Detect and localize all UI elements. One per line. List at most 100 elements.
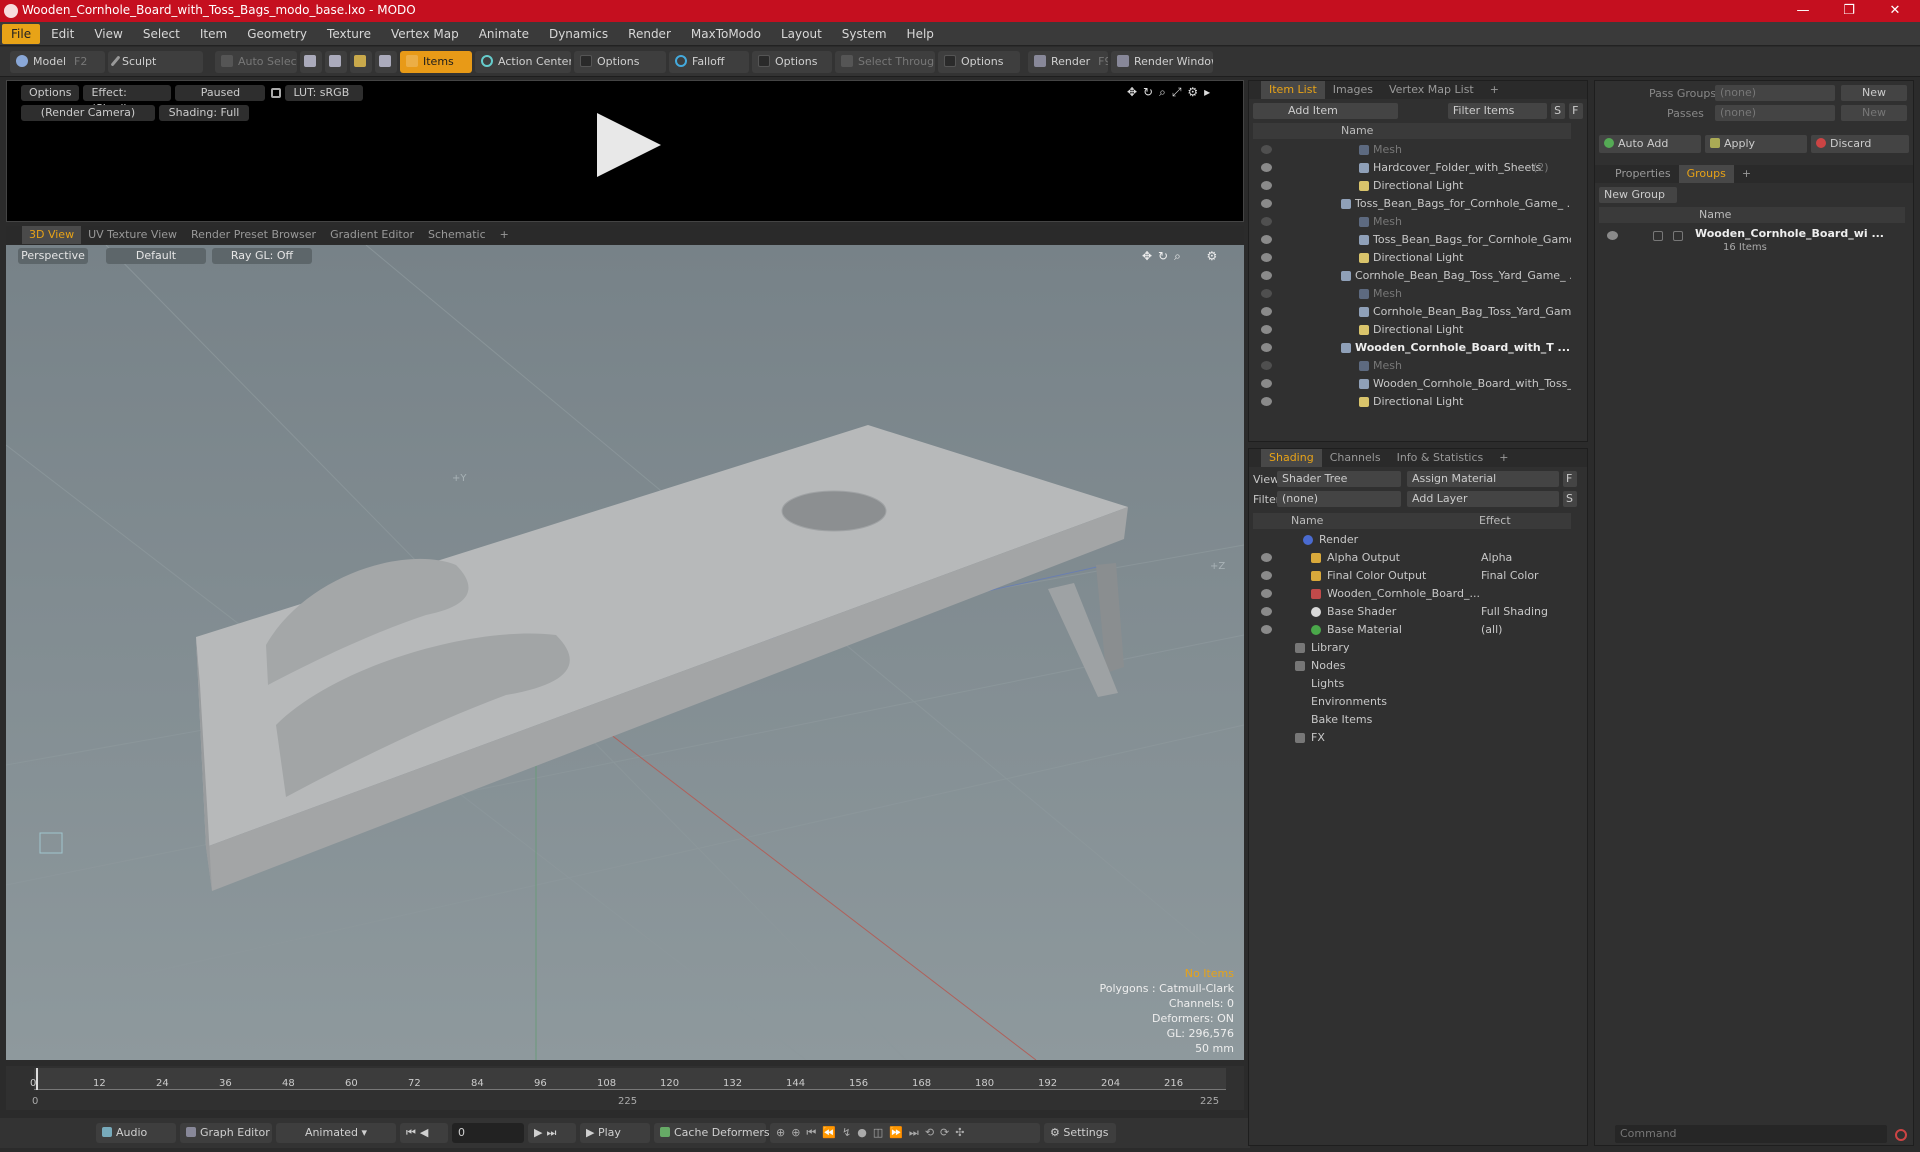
timeline[interactable]: 0 12 24 36 48 60 72 84 96 108 120 132 144 156 168 180 19… — [6, 1066, 1244, 1110]
menu-system[interactable]: System — [833, 24, 896, 44]
items-mode-button[interactable]: Items — [400, 50, 472, 73]
tab-images[interactable]: Images — [1325, 81, 1381, 99]
menu-geometry[interactable]: Geometry — [238, 24, 316, 44]
frame-input[interactable]: 0 — [452, 1123, 524, 1143]
3d-viewport[interactable]: Perspective Default Ray GL: Off ✥↻⌕ ⚙ +Y… — [6, 245, 1244, 1060]
passes-dropdown[interactable]: (none) — [1715, 105, 1835, 121]
close-button[interactable]: ✕ — [1872, 0, 1918, 22]
cache-deformers-button[interactable]: Cache Deformers — [654, 1123, 770, 1143]
visibility-eye-icon[interactable] — [1261, 181, 1272, 190]
play-icon[interactable] — [597, 113, 661, 177]
shader-tree-row[interactable]: Bake Items — [1253, 711, 1571, 729]
menu-item[interactable]: Item — [191, 24, 236, 44]
add-tab-button[interactable]: + — [493, 226, 516, 244]
item-list-row[interactable]: Mesh — [1253, 213, 1571, 231]
vertices-mode-button[interactable] — [300, 50, 322, 73]
add-panel-tab[interactable]: + — [1482, 81, 1507, 99]
menu-edit[interactable]: Edit — [42, 24, 83, 44]
tab-info-statistics[interactable]: Info & Statistics — [1389, 449, 1492, 467]
visibility-eye-icon[interactable] — [1261, 145, 1272, 154]
shader-tree-row[interactable]: Alpha Output Alpha — [1253, 549, 1571, 567]
item-list-row[interactable]: Cornhole_Bean_Bag_Toss_Yard_Game_ ... — [1253, 267, 1571, 285]
shading-s-button[interactable]: S — [1563, 491, 1577, 507]
item-list-row[interactable]: Toss_Bean_Bags_for_Cornhole_Game_ ... — [1253, 195, 1571, 213]
filter-s-button[interactable]: S — [1551, 103, 1566, 119]
new-group-button[interactable]: New Group — [1599, 187, 1677, 203]
item-list-row[interactable]: Directional Light — [1253, 177, 1571, 195]
model-mode-button[interactable]: Model F2 — [10, 50, 105, 73]
edges-mode-button[interactable] — [325, 50, 347, 73]
item-list-row[interactable]: Directional Light — [1253, 393, 1571, 411]
item-list-row[interactable]: Cornhole_Bean_Bag_Toss_Yard_Gam ... — [1253, 303, 1571, 321]
timeline-playhead[interactable] — [36, 1068, 38, 1090]
item-list-row[interactable]: Mesh — [1253, 285, 1571, 303]
menu-file[interactable]: File — [2, 23, 41, 44]
lock-checkbox[interactable] — [1653, 231, 1663, 241]
shader-tree-row[interactable]: Render — [1253, 531, 1571, 549]
materials-mode-button[interactable] — [375, 50, 397, 73]
lock-icon[interactable] — [271, 88, 282, 98]
item-list-row[interactable]: Mesh — [1253, 141, 1571, 159]
shader-tree-row[interactable]: Final Color Output Final Color — [1253, 567, 1571, 585]
menu-view[interactable]: View — [85, 24, 131, 44]
menu-dynamics[interactable]: Dynamics — [540, 24, 617, 44]
shader-tree-row[interactable]: Base Material (all) — [1253, 621, 1571, 639]
shader-effect-value[interactable]: (all) — [1481, 621, 1502, 639]
add-layer-dropdown[interactable]: Add Layer — [1407, 491, 1559, 507]
action-center-button[interactable]: Action Center — [475, 50, 571, 73]
default-shading-button[interactable]: Default — [106, 248, 206, 264]
pass-groups-dropdown[interactable]: (none) — [1715, 85, 1835, 101]
falloff-button[interactable]: Falloff — [669, 50, 749, 73]
item-list-row[interactable]: Directional Light — [1253, 249, 1571, 267]
viewport-nav-icons[interactable]: ✥↻⌕ ⚙ — [1142, 249, 1223, 264]
transport-forward-buttons[interactable]: ▶⏭ — [528, 1123, 576, 1143]
transport-back-buttons[interactable]: ⏮◀ — [400, 1123, 448, 1143]
visibility-eye-icon[interactable] — [1261, 361, 1272, 370]
play-button[interactable]: ▶ Play — [580, 1123, 650, 1143]
visibility-eye-icon[interactable] — [1607, 231, 1618, 240]
shader-tree-row[interactable]: Wooden_Cornhole_Board_... — [1253, 585, 1571, 603]
filter-dropdown[interactable]: (none) — [1277, 491, 1401, 507]
perspective-button[interactable]: Perspective — [18, 248, 88, 264]
minimize-button[interactable]: — — [1780, 0, 1826, 22]
tab-render-preset-browser[interactable]: Render Preset Browser — [184, 226, 323, 244]
render-window-button[interactable]: Render Window — [1111, 50, 1213, 73]
assign-material-dropdown[interactable]: Assign Material — [1407, 471, 1559, 487]
filter-items-input[interactable]: Filter Items — [1447, 103, 1548, 119]
new-pass-group-button[interactable]: New — [1841, 85, 1907, 101]
sculpt-mode-button[interactable]: Sculpt — [108, 50, 203, 73]
shader-tree-row[interactable]: FX — [1253, 729, 1571, 747]
preview-effect-button[interactable]: Effect: (Shadi... — [83, 85, 172, 115]
shader-effect-value[interactable]: Alpha — [1481, 549, 1512, 567]
tab-shading[interactable]: Shading — [1261, 449, 1322, 467]
item-list-row[interactable]: Wooden_Cornhole_Board_with_Toss_... — [1253, 375, 1571, 393]
filter-f-button[interactable]: F — [1569, 103, 1583, 119]
shader-effect-value[interactable]: Final Color — [1481, 567, 1539, 585]
audio-button[interactable]: Audio — [96, 1123, 176, 1143]
tab-item-list[interactable]: Item List — [1261, 81, 1325, 99]
shader-tree-row[interactable]: Lights — [1253, 675, 1571, 693]
visibility-eye-icon[interactable] — [1261, 289, 1272, 298]
add-panel-tab[interactable]: + — [1734, 165, 1759, 183]
preview-lut-button[interactable]: LUT: sRGB — [285, 85, 364, 101]
visibility-eye-icon[interactable] — [1261, 343, 1272, 352]
falloff-options-button[interactable]: Options — [752, 50, 832, 73]
visibility-eye-icon[interactable] — [1261, 553, 1272, 562]
menu-maxtomodo[interactable]: MaxToModo — [682, 24, 770, 44]
shader-tree-row[interactable]: Library — [1253, 639, 1571, 657]
menu-layout[interactable]: Layout — [772, 24, 831, 44]
view-dropdown[interactable]: Shader Tree — [1277, 471, 1401, 487]
preview-camera-button[interactable]: (Render Camera) — [21, 105, 155, 121]
menu-help[interactable]: Help — [898, 24, 943, 44]
select-through-button[interactable]: Select Through — [835, 50, 935, 73]
animated-dropdown[interactable]: Animated ▾ — [276, 1123, 396, 1143]
menu-texture[interactable]: Texture — [318, 24, 380, 44]
action-center-options-button[interactable]: Options — [574, 50, 666, 73]
menu-animate[interactable]: Animate — [470, 24, 538, 44]
group-row[interactable]: Wooden_Cornhole_Board_wi ... 16 Items — [1599, 225, 1905, 259]
maximize-button[interactable]: ❐ — [1826, 0, 1872, 22]
tab-vertex-map-list[interactable]: Vertex Map List — [1381, 81, 1482, 99]
command-input[interactable]: Command — [1615, 1125, 1887, 1143]
visibility-eye-icon[interactable] — [1261, 217, 1272, 226]
menu-vertex-map[interactable]: Vertex Map — [382, 24, 468, 44]
